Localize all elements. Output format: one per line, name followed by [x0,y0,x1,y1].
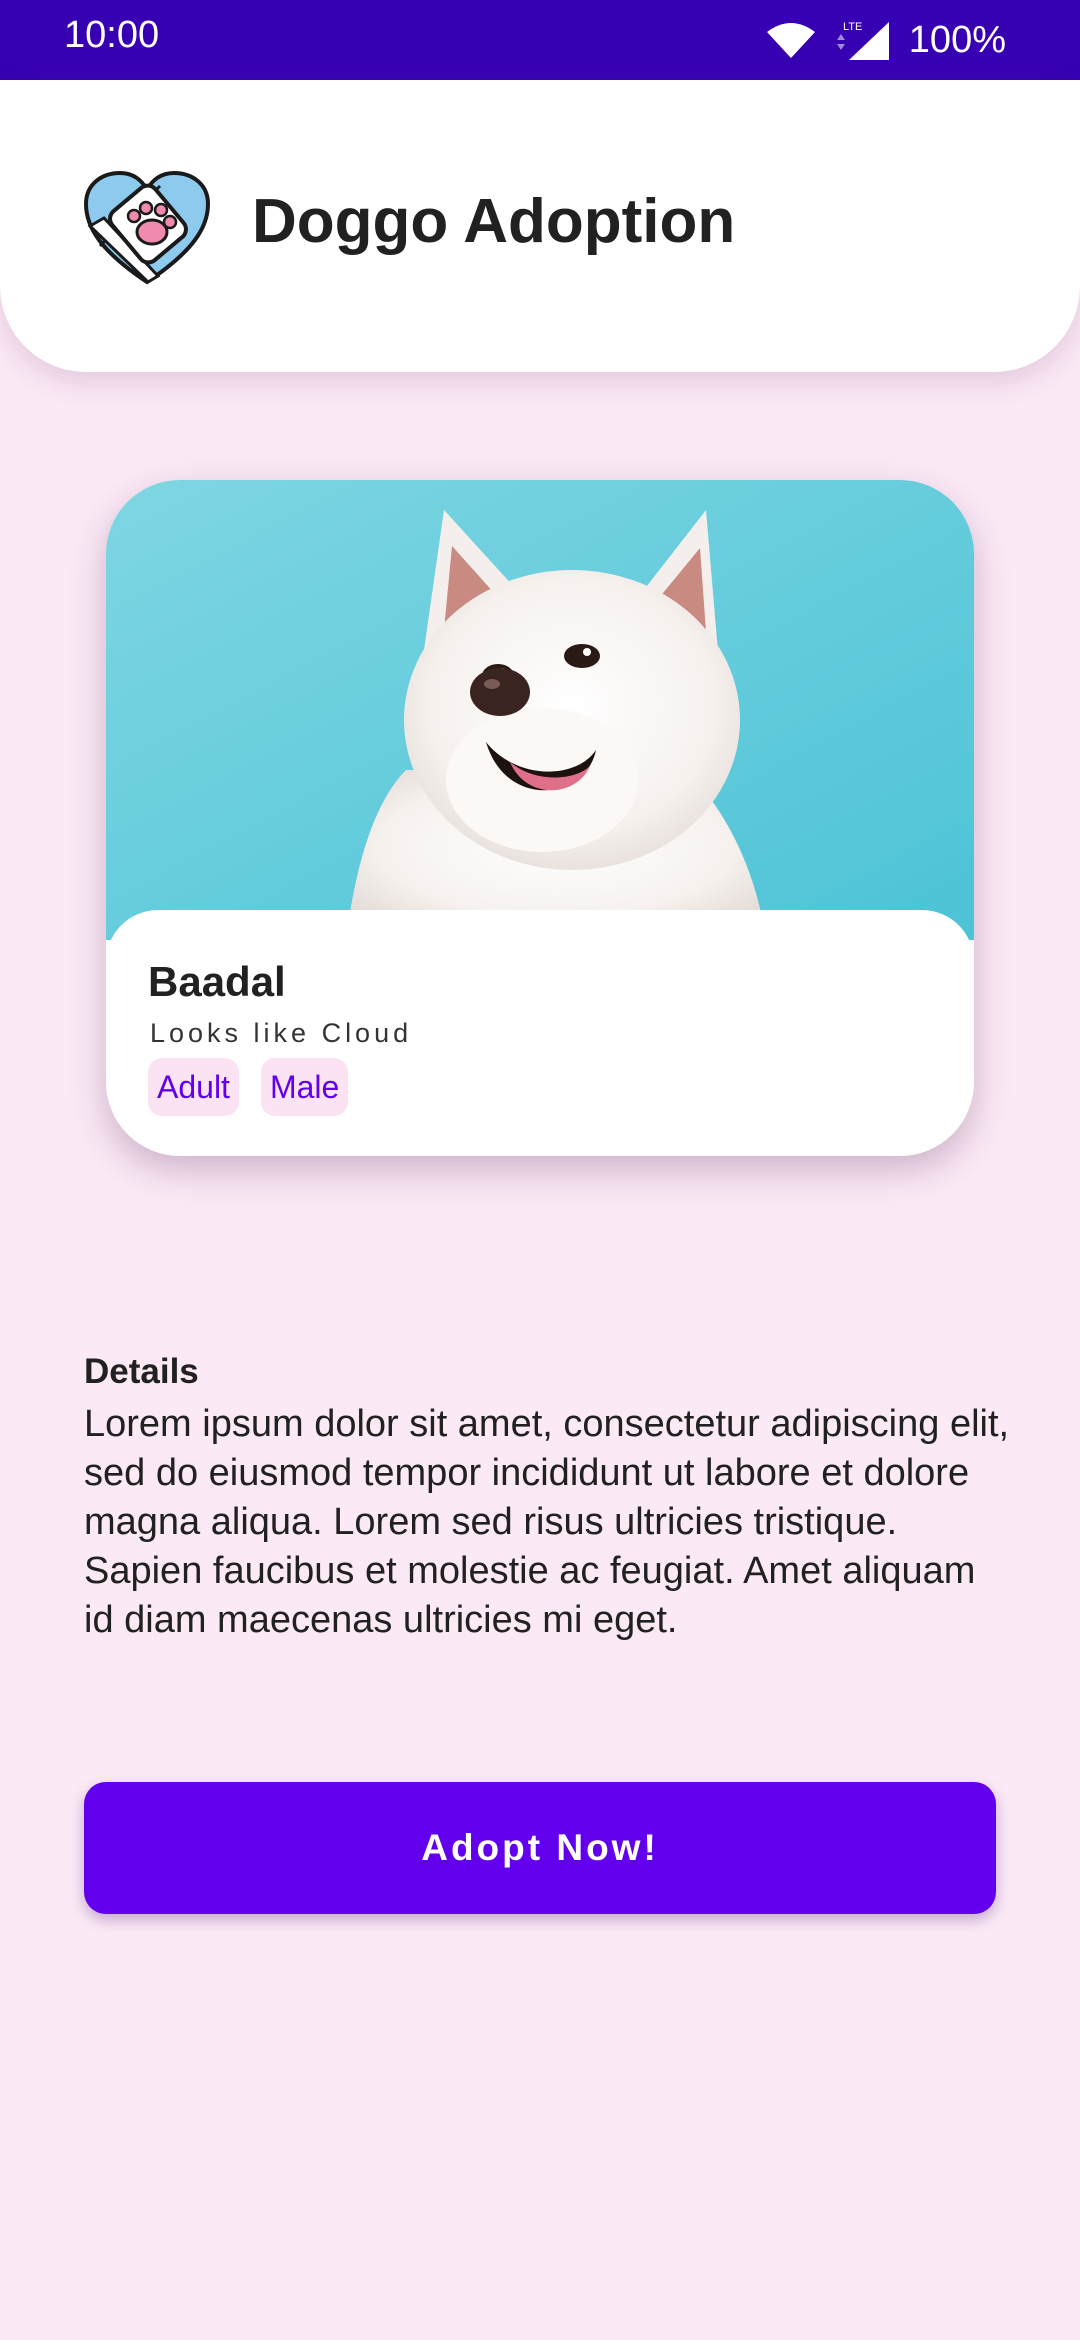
adopt-now-button[interactable]: Adopt Now! [84,1782,996,1914]
battery-level: 100% [908,18,1006,61]
dog-photo [106,480,974,940]
signal-icon: LTE [836,21,889,60]
status-icons: LTE 100% [765,10,1006,70]
pet-description: Looks like Cloud [150,1018,413,1048]
tag-chip-age: Adult [148,1058,239,1116]
network-label: LTE [843,21,862,33]
app-header: Doggo Adoption [0,80,1080,372]
pet-info: Baadal Looks like Cloud Adult Male [106,910,974,1156]
pet-tags: Adult Male [148,1058,349,1116]
pet-name: Baadal [148,958,286,1005]
status-time: 10:00 [64,14,160,56]
pet-card[interactable]: Baadal Looks like Cloud Adult Male [106,480,974,1156]
app-title: Doggo Adoption [252,187,736,256]
details-text: Lorem ipsum dolor sit amet, consectetur … [84,1403,1010,1641]
tag-chip-gender: Male [260,1058,349,1116]
heart-paw-icon [83,170,211,285]
wifi-icon [766,23,815,58]
details-heading: Details [84,1352,199,1391]
status-bar: 10:00 LTE 100% [0,0,1080,80]
